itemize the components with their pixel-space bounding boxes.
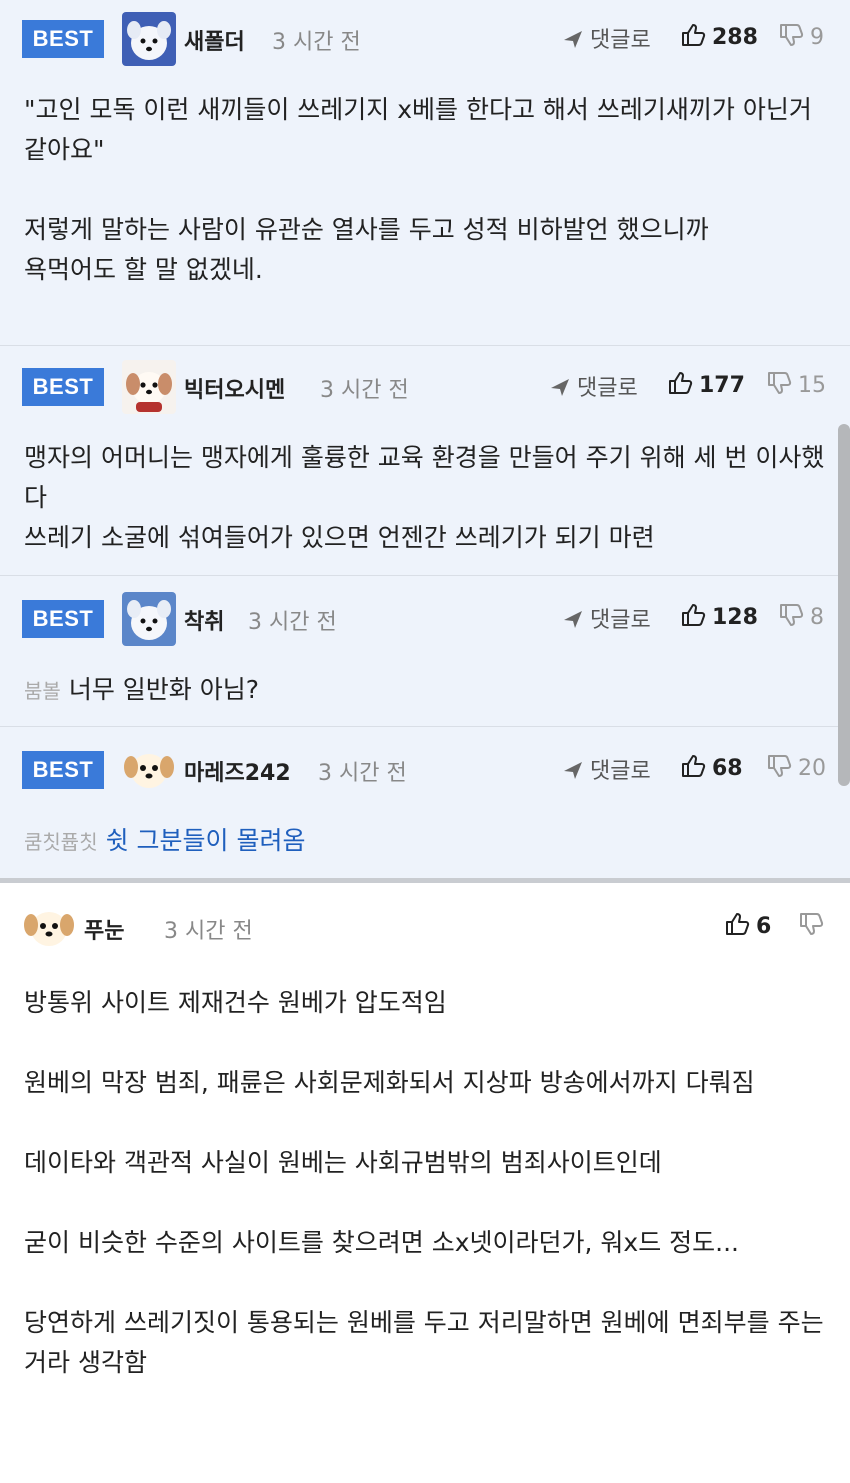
downvote-count: 20 <box>798 756 826 781</box>
reply-button[interactable]: 댓글로 <box>549 370 638 402</box>
downvote-button[interactable]: 9 <box>778 22 824 50</box>
upvote-count: 177 <box>699 373 745 398</box>
dog-avatar-icon <box>122 743 176 797</box>
reply-label: 댓글로 <box>590 608 651 633</box>
comment-body: 방통위 사이트 제재건수 원베가 압도적임 원베의 막장 범죄, 패륜은 사회문… <box>24 988 824 1377</box>
comment-body: 쿰칫퓹칫 쉿 그분들이 몰려옴 <box>24 821 830 862</box>
timestamp: 3 시간 전 <box>164 919 253 944</box>
reply-label: 댓글로 <box>590 759 651 784</box>
downvote-button[interactable]: 20 <box>766 753 826 781</box>
thumbs-down-icon <box>800 913 824 935</box>
scrollbar[interactable] <box>838 424 850 786</box>
nickname[interactable]: 푸눈 <box>84 913 124 945</box>
upvote-count: 288 <box>712 25 758 50</box>
best-badge: BEST <box>22 600 104 638</box>
avatar[interactable] <box>122 360 176 414</box>
best-comment: BEST 빅터오시멘 3 시간 전 댓글로 177 15 맹자의 어머니는 맹자… <box>0 346 850 575</box>
comment-header: BEST 착취 3 시간 전 댓글로 128 8 <box>0 576 850 646</box>
upvote-button[interactable]: 128 <box>680 602 758 630</box>
best-badge: BEST <box>22 368 104 406</box>
reply-button[interactable]: 댓글로 <box>562 602 651 634</box>
dog-avatar-icon <box>22 901 76 955</box>
dog-avatar-icon <box>122 592 176 646</box>
comment-text: 너무 일반화 아님? <box>68 675 259 704</box>
thumbs-up-icon <box>682 24 706 46</box>
upvote-button[interactable]: 288 <box>680 22 758 50</box>
comment-body: 붐볼 너무 일반화 아님? <box>24 670 830 711</box>
thumbs-up-icon <box>726 913 750 935</box>
reply-label: 댓글로 <box>577 376 638 401</box>
upvote-count: 68 <box>712 756 743 781</box>
downvote-button[interactable]: 8 <box>778 602 824 630</box>
thumbs-up-icon <box>669 372 693 394</box>
timestamp: 3 시간 전 <box>320 378 409 403</box>
thumbs-down-icon <box>768 372 792 394</box>
reply-arrow-icon <box>564 31 582 48</box>
best-badge: BEST <box>22 751 104 789</box>
nickname[interactable]: 새폴더 <box>184 24 245 56</box>
dog-avatar-icon <box>122 360 176 414</box>
thumbs-up-icon <box>682 604 706 626</box>
upvote-count: 6 <box>756 914 772 939</box>
comment-header: BEST 빅터오시멘 3 시간 전 댓글로 177 15 <box>0 346 850 414</box>
comment-body: 맹자의 어머니는 맹자에게 훌륭한 교육 환경을 만들어 주기 위해 세 번 이… <box>24 443 825 552</box>
avatar[interactable] <box>122 592 176 646</box>
comment-body: "고인 모독 이런 새끼들이 쓰레기지 x베를 한다고 해서 쓰레기새끼가 아닌… <box>24 95 812 284</box>
best-comment: BEST 마레즈242 3 시간 전 댓글로 68 20 쿰칫퓹칫 쉿 그분들이 … <box>0 727 850 878</box>
upvote-button[interactable]: 6 <box>724 911 771 939</box>
best-badge: BEST <box>22 20 104 58</box>
comment-tag: 붐볼 <box>24 679 61 703</box>
downvote-button[interactable]: 15 <box>766 370 826 398</box>
thumbs-down-icon <box>780 24 804 46</box>
best-comment: BEST 착취 3 시간 전 댓글로 128 8 붐볼 너무 일반화 아님? <box>0 576 850 726</box>
reply-label: 댓글로 <box>590 28 651 53</box>
thumbs-down-icon <box>768 755 792 777</box>
timestamp: 3 시간 전 <box>248 610 337 635</box>
comment: 푸눈 3 시간 전 6 방통위 사이트 제재건수 원베가 압도적임 원베의 막장… <box>0 883 850 1483</box>
comment-header: BEST 마레즈242 3 시간 전 댓글로 68 20 <box>0 727 850 797</box>
reply-button[interactable]: 댓글로 <box>562 22 651 54</box>
thumbs-up-icon <box>682 755 706 777</box>
timestamp: 3 시간 전 <box>272 30 361 55</box>
avatar[interactable] <box>22 901 76 955</box>
nickname[interactable]: 착취 <box>184 604 224 636</box>
downvote-count: 9 <box>810 25 824 50</box>
nickname[interactable]: 빅터오시멘 <box>184 372 285 404</box>
comment-header: BEST 새폴더 3 시간 전 댓글로 288 9 <box>0 0 850 66</box>
best-comment: BEST 새폴더 3 시간 전 댓글로 288 9 "고인 모독 이런 새끼들이… <box>0 0 850 345</box>
avatar[interactable] <box>122 743 176 797</box>
thumbs-down-icon <box>780 604 804 626</box>
upvote-button[interactable]: 177 <box>667 370 745 398</box>
nickname[interactable]: 마레즈242 <box>184 755 291 787</box>
reply-arrow-icon <box>551 379 569 396</box>
comment-tag: 쿰칫퓹칫 <box>24 830 98 854</box>
upvote-count: 128 <box>712 605 758 630</box>
downvote-button[interactable] <box>798 911 830 939</box>
dog-avatar-icon <box>122 12 176 66</box>
upvote-button[interactable]: 68 <box>680 753 743 781</box>
reply-button[interactable]: 댓글로 <box>562 753 651 785</box>
timestamp: 3 시간 전 <box>318 761 407 786</box>
reply-arrow-icon <box>564 611 582 628</box>
downvote-count: 8 <box>810 605 824 630</box>
reply-arrow-icon <box>564 762 582 779</box>
comment-header: 푸눈 3 시간 전 6 <box>0 883 850 955</box>
avatar[interactable] <box>122 12 176 66</box>
downvote-count: 15 <box>798 373 826 398</box>
comment-text: 쉿 그분들이 몰려옴 <box>105 826 306 855</box>
